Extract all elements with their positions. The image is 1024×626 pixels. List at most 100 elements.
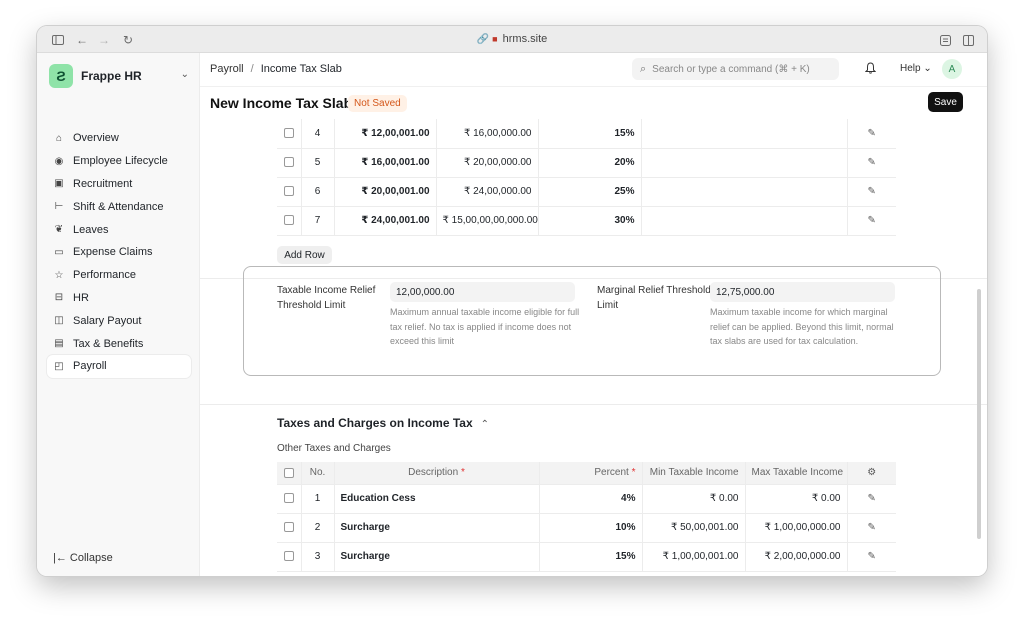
building-icon: ⊟ [54,292,64,304]
row-edit-cell: ✎ [847,484,896,514]
collapse-button[interactable]: |← Collapse [53,552,113,564]
percent-cell[interactable]: 4% [539,484,643,514]
wallet-icon: ◫ [54,315,64,327]
sidebar-item-leaves[interactable]: ❦ Leaves [47,218,191,241]
table-row[interactable]: 7 ₹ 24,00,001.00 ₹ 15,00,00,00,000.00 30% ✎ [277,206,896,236]
row-checkbox[interactable] [283,493,294,504]
sidebar-item-label: Recruitment [73,177,133,190]
search-placeholder: Search or type a command (⌘ + K) [652,63,810,75]
row-checkbox[interactable] [283,215,294,226]
col-description-label: Description [408,467,459,479]
edit-pencil-icon[interactable]: ✎ [868,551,876,562]
row-number: 3 [301,542,335,572]
to-amount-cell[interactable]: ₹ 20,00,000.00 [436,148,539,178]
sidebar-item-expense-claims[interactable]: ▭ Expense Claims [47,241,191,264]
reader-icon[interactable] [938,33,952,47]
search-icon: ⌕ [640,62,647,75]
taxes-section-header[interactable]: Taxes and Charges on Income Tax ⌃ [277,416,489,430]
condition-cell[interactable] [641,206,848,236]
row-checkbox[interactable] [283,522,294,533]
sidebar-item-employee-lifecycle[interactable]: ◉ Employee Lifecycle [47,150,191,173]
row-checkbox[interactable] [283,551,294,562]
row-checkbox[interactable] [283,157,294,168]
edit-pencil-icon[interactable]: ✎ [868,157,876,168]
sidebar-item-performance[interactable]: ☆ Performance [47,264,191,287]
table-header-row: No. Description * Percent * Min Taxable … [277,462,896,485]
table-row[interactable]: 3 Surcharge 15% ₹ 1,00,00,001.00 ₹ 2,00,00,0… [277,542,896,572]
from-amount-cell[interactable]: ₹ 12,00,001.00 [334,119,437,149]
from-amount-cell[interactable]: ₹ 16,00,001.00 [334,148,437,178]
avatar[interactable]: A [942,59,962,79]
add-row-button[interactable]: Add Row [277,246,332,264]
table-row[interactable]: 4 ₹ 12,00,001.00 ₹ 16,00,000.00 15% ✎ [277,119,896,149]
section-divider [200,404,987,405]
breadcrumb-separator: / [250,63,254,75]
col-no: No. [301,462,335,485]
edit-pencil-icon[interactable]: ✎ [868,186,876,197]
app-switcher[interactable]: Ƨ Frappe HR ⌄ [49,63,189,89]
save-button[interactable]: Save [928,92,963,112]
description-cell[interactable]: Surcharge [334,513,540,543]
sidebar-item-label: Leaves [73,223,109,236]
description-cell[interactable]: Surcharge [334,542,540,572]
edit-pencil-icon[interactable]: ✎ [868,128,876,139]
condition-cell[interactable] [641,119,848,149]
min-taxable-income-cell[interactable]: ₹ 0.00 [642,484,746,514]
taxable-relief-input[interactable]: 12,00,000.00 [390,282,575,302]
sidebar-item-payroll[interactable]: ◰ Payroll [47,354,191,378]
sidebar-item-label: Expense Claims [73,246,153,259]
percent-deduction-cell[interactable]: 30% [538,206,642,236]
row-checkbox[interactable] [283,186,294,197]
sidebar-item-hr[interactable]: ⊟ HR [47,287,191,310]
edit-pencil-icon[interactable]: ✎ [868,215,876,226]
leaf-icon: ❦ [54,224,64,236]
from-amount-cell[interactable]: ₹ 20,00,001.00 [334,177,437,207]
to-amount-cell[interactable]: ₹ 24,00,000.00 [436,177,539,207]
help-dropdown[interactable]: Help ⌄ [900,63,932,74]
percent-deduction-cell[interactable]: 20% [538,148,642,178]
max-taxable-income-cell[interactable]: ₹ 2,00,00,000.00 [745,542,848,572]
sidebar-item-salary-payout[interactable]: ◫ Salary Payout [47,309,191,332]
address-bar[interactable]: 🔗 ■ hrms.site [37,33,987,45]
percent-cell[interactable]: 15% [539,542,643,572]
table-row[interactable]: 2 Surcharge 10% ₹ 50,00,001.00 ₹ 1,00,00,000… [277,513,896,543]
to-amount-cell[interactable]: ₹ 15,00,00,00,000.00 [436,206,539,236]
sidebar-item-label: Overview [73,132,119,145]
breadcrumb-payroll[interactable]: Payroll [210,63,244,75]
split-view-icon[interactable] [961,33,975,47]
sidebar-item-tax-benefits[interactable]: ▤ Tax & Benefits [47,332,191,355]
search-input[interactable]: ⌕ Search or type a command (⌘ + K) [632,58,839,80]
edit-pencil-icon[interactable]: ✎ [868,522,876,533]
breadcrumb-income-tax-slab[interactable]: Income Tax Slab [261,63,342,75]
edit-pencil-icon[interactable]: ✎ [868,493,876,504]
max-taxable-income-cell[interactable]: ₹ 1,00,00,000.00 [745,513,848,543]
min-taxable-income-cell[interactable]: ₹ 50,00,001.00 [642,513,746,543]
condition-cell[interactable] [641,148,848,178]
breadcrumb: Payroll / Income Tax Slab [210,63,342,75]
to-amount-cell[interactable]: ₹ 16,00,000.00 [436,119,539,149]
relief-threshold-section: Taxable Income Relief Threshold Limit 12… [243,266,941,376]
min-taxable-income-cell[interactable]: ₹ 1,00,00,001.00 [642,542,746,572]
other-taxes-table: No. Description * Percent * Min Taxable … [277,462,896,572]
scrollbar[interactable] [977,289,981,539]
sidebar-item-shift-attendance[interactable]: ⊢ Shift & Attendance [47,195,191,218]
condition-cell[interactable] [641,177,848,207]
max-taxable-income-cell[interactable]: ₹ 0.00 [745,484,848,514]
description-cell[interactable]: Education Cess [334,484,540,514]
select-all-checkbox[interactable] [283,467,294,478]
signpost-icon: ⊢ [54,201,64,213]
gear-icon[interactable]: ⚙ [867,467,876,478]
sidebar-item-overview[interactable]: ⌂ Overview [47,127,191,150]
notification-bell-icon[interactable] [864,62,877,77]
table-row[interactable]: 1 Education Cess 4% ₹ 0.00 ₹ 0.00 ✎ [277,484,896,514]
table-row[interactable]: 6 ₹ 20,00,001.00 ₹ 24,00,000.00 25% ✎ [277,177,896,207]
percent-cell[interactable]: 10% [539,513,643,543]
percent-deduction-cell[interactable]: 15% [538,119,642,149]
row-select-cell [277,542,302,572]
from-amount-cell[interactable]: ₹ 24,00,001.00 [334,206,437,236]
sidebar-item-recruitment[interactable]: ▣ Recruitment [47,173,191,196]
table-row[interactable]: 5 ₹ 16,00,001.00 ₹ 20,00,000.00 20% ✎ [277,148,896,178]
marginal-relief-input[interactable]: 12,75,000.00 [710,282,895,302]
row-checkbox[interactable] [283,128,294,139]
percent-deduction-cell[interactable]: 25% [538,177,642,207]
